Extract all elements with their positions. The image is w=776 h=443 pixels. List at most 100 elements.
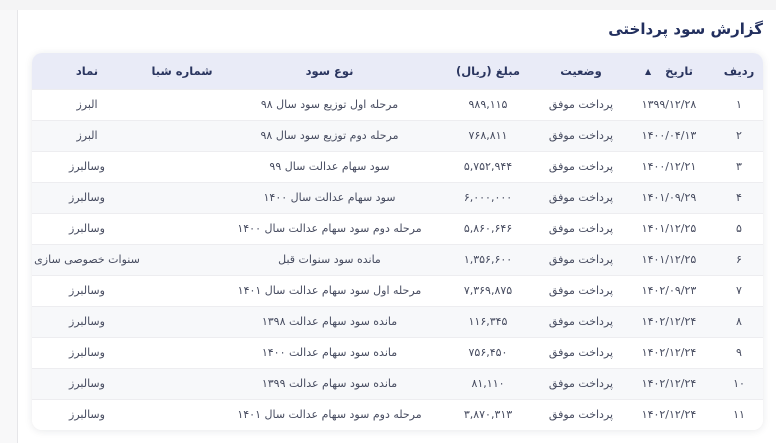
cell-amount: ۸۱,۱۱۰ <box>437 368 539 399</box>
column-header-label: نوع سود <box>306 64 354 78</box>
cell-date: ۱۴۰۰/۰۴/۱۳ <box>623 120 715 151</box>
cell-row: ۱۱ <box>715 399 763 430</box>
column-header-label: شماره شبا <box>151 64 212 78</box>
column-header-label: نماد <box>76 64 98 78</box>
cell-amount: ۳,۸۷۰,۳۱۳ <box>437 399 539 430</box>
cell-status: پرداخت موفق <box>539 306 623 337</box>
cell-status: پرداخت موفق <box>539 399 623 430</box>
cell-amount: ۷,۳۶۹,۸۷۵ <box>437 275 539 306</box>
cell-status: پرداخت موفق <box>539 368 623 399</box>
column-header-label: مبلغ (ریال) <box>456 64 520 78</box>
cell-amount: ۷۵۶,۴۵۰ <box>437 337 539 368</box>
cell-row: ۵ <box>715 213 763 244</box>
cell-date: ۱۳۹۹/۱۲/۲۸ <box>623 89 715 120</box>
table-row: ۱۱۱۴۰۲/۱۲/۲۴پرداخت موفق۳,۸۷۰,۳۱۳مرحله دو… <box>32 399 763 430</box>
table-row: ۱۱۳۹۹/۱۲/۲۸پرداخت موفق۹۸۹,۱۱۵مرحله اول ت… <box>32 89 763 120</box>
cell-symbol: البرز <box>32 89 142 120</box>
cell-amount: ۵,۸۶۰,۶۴۶ <box>437 213 539 244</box>
cell-status: پرداخت موفق <box>539 89 623 120</box>
table-row: ۶۱۴۰۱/۱۲/۲۵پرداخت موفق۱,۳۵۶,۶۰۰مانده سود… <box>32 244 763 275</box>
cell-type: مرحله دوم سود سهام عدالت سال ۱۴۰۰ <box>222 213 437 244</box>
cell-status: پرداخت موفق <box>539 213 623 244</box>
cell-amount: ۱۱۶,۳۴۵ <box>437 306 539 337</box>
cell-type: مانده سود سهام عدالت ۱۴۰۰ <box>222 337 437 368</box>
cell-status: پرداخت موفق <box>539 151 623 182</box>
table-header-row: ردیف تاریخ ▲ وضعیت مبلغ (ریال) نوع سود شماره ش… <box>32 53 763 89</box>
cell-type: مرحله دوم توزیع سود سال ۹۸ <box>222 120 437 151</box>
cell-symbol: وسالبرز <box>32 182 142 213</box>
cell-status: پرداخت موفق <box>539 337 623 368</box>
cell-amount: ۷۶۸,۸۱۱ <box>437 120 539 151</box>
cell-sheba <box>142 244 222 275</box>
cell-status: پرداخت موفق <box>539 182 623 213</box>
cell-amount: ۶,۰۰۰,۰۰۰ <box>437 182 539 213</box>
page: گزارش سود پرداختی ردیف تاریخ ▲ وضعیت مبلغ (ر… <box>0 0 776 443</box>
cell-sheba <box>142 182 222 213</box>
cell-status: پرداخت موفق <box>539 120 623 151</box>
report-table-card: ردیف تاریخ ▲ وضعیت مبلغ (ریال) نوع سود شماره ش… <box>32 53 763 430</box>
column-header-sheba: شماره شبا <box>142 53 222 89</box>
cell-type: سود سهام عدالت سال ۱۴۰۰ <box>222 182 437 213</box>
column-header-label: وضعیت <box>560 64 602 78</box>
table-row: ۹۱۴۰۲/۱۲/۲۴پرداخت موفق۷۵۶,۴۵۰مانده سود س… <box>32 337 763 368</box>
cell-row: ۲ <box>715 120 763 151</box>
cell-symbol: وسالبرز <box>32 275 142 306</box>
cell-date: ۱۴۰۱/۱۲/۲۵ <box>623 213 715 244</box>
cell-sheba <box>142 213 222 244</box>
cell-row: ۹ <box>715 337 763 368</box>
cell-sheba <box>142 120 222 151</box>
cell-type: مانده سود سهام عدالت ۱۳۹۹ <box>222 368 437 399</box>
report-content: گزارش سود پرداختی ردیف تاریخ ▲ وضعیت مبلغ (ر… <box>18 10 776 443</box>
cell-date: ۱۴۰۲/۱۲/۲۴ <box>623 399 715 430</box>
top-strip <box>0 0 776 10</box>
cell-date: ۱۴۰۱/۰۹/۲۹ <box>623 182 715 213</box>
cell-type: مانده سود سهام عدالت ۱۳۹۸ <box>222 306 437 337</box>
cell-row: ۷ <box>715 275 763 306</box>
sort-ascending-icon[interactable]: ▲ <box>645 67 651 76</box>
cell-symbol: البرز <box>32 120 142 151</box>
report-table: ردیف تاریخ ▲ وضعیت مبلغ (ریال) نوع سود شماره ش… <box>32 53 763 430</box>
cell-date: ۱۴۰۲/۱۲/۲۴ <box>623 368 715 399</box>
cell-date: ۱۴۰۲/۰۹/۲۳ <box>623 275 715 306</box>
cell-symbol: وسالبرز <box>32 213 142 244</box>
table-row: ۱۰۱۴۰۲/۱۲/۲۴پرداخت موفق۸۱,۱۱۰مانده سود س… <box>32 368 763 399</box>
cell-row: ۳ <box>715 151 763 182</box>
cell-symbol: وسالبرز <box>32 368 142 399</box>
cell-amount: ۹۸۹,۱۱۵ <box>437 89 539 120</box>
table-row: ۸۱۴۰۲/۱۲/۲۴پرداخت موفق۱۱۶,۳۴۵مانده سود س… <box>32 306 763 337</box>
cell-symbol: وسالبرز <box>32 399 142 430</box>
cell-type: مرحله دوم سود سهام عدالت سال ۱۴۰۱ <box>222 399 437 430</box>
cell-date: ۱۴۰۰/۱۲/۲۱ <box>623 151 715 182</box>
cell-symbol: وسالبرز <box>32 151 142 182</box>
cell-amount: ۱,۳۵۶,۶۰۰ <box>437 244 539 275</box>
column-header-type: نوع سود <box>222 53 437 89</box>
table-row: ۷۱۴۰۲/۰۹/۲۳پرداخت موفق۷,۳۶۹,۸۷۵مرحله اول… <box>32 275 763 306</box>
cell-type: مانده سود سنوات قبل <box>222 244 437 275</box>
cell-status: پرداخت موفق <box>539 244 623 275</box>
cell-row: ۱ <box>715 89 763 120</box>
page-title: گزارش سود پرداختی <box>18 20 763 38</box>
cell-date: ۱۴۰۱/۱۲/۲۵ <box>623 244 715 275</box>
cell-date: ۱۴۰۲/۱۲/۲۴ <box>623 306 715 337</box>
cell-type: مرحله اول سود سهام عدالت سال ۱۴۰۱ <box>222 275 437 306</box>
column-header-symbol: نماد <box>32 53 142 89</box>
cell-row: ۱۰ <box>715 368 763 399</box>
cell-sheba <box>142 89 222 120</box>
table-row: ۴۱۴۰۱/۰۹/۲۹پرداخت موفق۶,۰۰۰,۰۰۰سود سهام … <box>32 182 763 213</box>
cell-row: ۶ <box>715 244 763 275</box>
column-header-label: تاریخ <box>665 64 693 78</box>
cell-date: ۱۴۰۲/۱۲/۲۴ <box>623 337 715 368</box>
cell-symbol: وسالبرز <box>32 306 142 337</box>
column-header-date[interactable]: تاریخ ▲ <box>623 53 715 89</box>
table-row: ۲۱۴۰۰/۰۴/۱۳پرداخت موفق۷۶۸,۸۱۱مرحله دوم ت… <box>32 120 763 151</box>
cell-amount: ۵,۷۵۲,۹۴۴ <box>437 151 539 182</box>
column-header-row: ردیف <box>715 53 763 89</box>
cell-symbol: سنوات خصوصی سازی <box>32 244 142 275</box>
cell-sheba <box>142 368 222 399</box>
scrollbar-track[interactable] <box>0 10 18 443</box>
cell-sheba <box>142 275 222 306</box>
column-header-label: ردیف <box>724 64 755 78</box>
column-header-status: وضعیت <box>539 53 623 89</box>
cell-sheba <box>142 306 222 337</box>
cell-sheba <box>142 337 222 368</box>
